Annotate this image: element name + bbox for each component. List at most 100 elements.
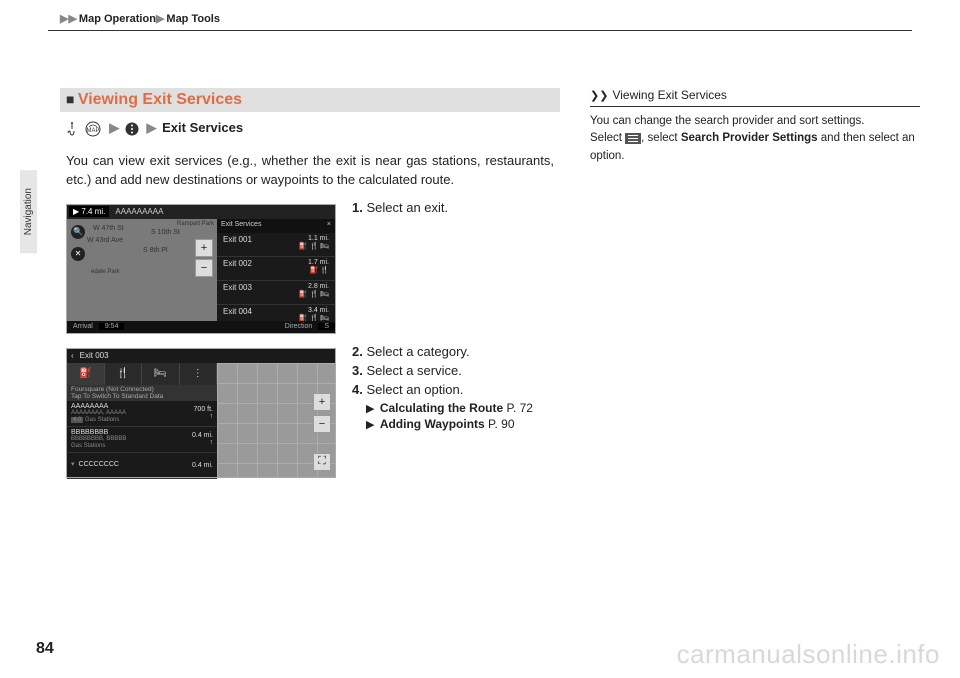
- dir-arrow-icon: ↑: [194, 413, 213, 420]
- zoom-out-button[interactable]: −: [195, 259, 213, 277]
- section-title: Viewing Exit Services: [78, 91, 242, 108]
- body-text: You can view exit services (e.g., whethe…: [60, 147, 560, 200]
- rating-badge: 4.0: [71, 417, 83, 423]
- sidebar-line2a: Select: [590, 132, 625, 144]
- direction-value: S: [318, 323, 335, 330]
- fullscreen-icon[interactable]: ⛶: [313, 453, 331, 471]
- map-button-icon: MAP: [84, 121, 102, 137]
- breadcrumb-b: Map Tools: [166, 13, 220, 25]
- ref-page: P. 72: [507, 401, 533, 415]
- exit-distance: 1.7 mi.: [308, 259, 329, 266]
- close-icon[interactable]: ✕: [71, 247, 85, 261]
- category-lodging-icon[interactable]: 🛏: [142, 363, 180, 385]
- step-number: 1.: [352, 200, 363, 215]
- service-name: AAAAAAAA: [71, 403, 126, 411]
- sidebar-note: ❯❯Viewing Exit Services You can change t…: [590, 88, 920, 165]
- service-name: CCCCCCCC: [79, 461, 119, 468]
- screenshot-exit-list: ▶ 7.4 mi. AAAAAAAAA W 47th St W 43rd Ave…: [66, 204, 336, 334]
- list-header: Exit Services ×: [217, 219, 335, 233]
- dir-arrow-icon: ↑: [192, 439, 213, 446]
- distance-badge: ▶ 7.4 mi.: [69, 206, 109, 217]
- breadcrumb: ▶▶Map Operation▶Map Tools: [60, 12, 220, 25]
- figure1-row: ▶ 7.4 mi. AAAAAAAAA W 47th St W 43rd Ave…: [60, 200, 560, 344]
- provider-note[interactable]: Foursquare (Not Connected) Tap To Switch…: [67, 385, 217, 401]
- section-header: ■ Viewing Exit Services: [60, 88, 560, 112]
- breadcrumb-arrow-icon: ▶▶: [60, 13, 77, 25]
- step-text: Select a service.: [366, 363, 461, 378]
- service-row[interactable]: BBBBBBBBBBBBBBBB, BBBBBGas Stations 0.4 …: [67, 427, 217, 453]
- street-label: W 47th St: [93, 225, 124, 232]
- ref-title: Calculating the Route: [380, 401, 503, 415]
- zoom-in-button[interactable]: +: [313, 393, 331, 411]
- bottom-bar: Arrival 9:54 Direction S: [67, 321, 335, 333]
- exit-distance: 1.1 mi.: [299, 235, 329, 242]
- side-tab-navigation: Navigation: [20, 170, 37, 253]
- step-text: Select an option.: [366, 382, 463, 397]
- zoom-controls: + −: [195, 239, 213, 279]
- exit-distance: 3.4 mi.: [299, 307, 329, 314]
- arrival-time: 9:54: [99, 323, 125, 330]
- zoom-in-button[interactable]: +: [195, 239, 213, 257]
- touch-icon: [66, 121, 78, 137]
- service-row[interactable]: AAAAAAAAAAAAAAAA, AAAAA4.0 Gas Stations …: [67, 401, 217, 427]
- main-content: ■ Viewing Exit Services MAP ▶ ▶ Exit Ser…: [60, 88, 560, 488]
- close-icon[interactable]: ×: [327, 221, 331, 231]
- note-arrows-icon: ❯❯: [590, 90, 608, 102]
- category-gas-icon[interactable]: ⛽: [67, 363, 105, 385]
- step-text: Select a category.: [366, 344, 469, 359]
- service-row[interactable]: ▾ CCCCCCCC 0.4 mi.: [67, 453, 217, 479]
- service-dist: 0.4 mi.: [192, 432, 213, 439]
- sidebar-line2b: , select: [641, 132, 681, 144]
- service-dist: 700 ft.: [194, 406, 213, 413]
- ref-arrow-icon: ▶: [366, 403, 374, 415]
- street-label: edale Park: [91, 269, 120, 275]
- path-separator-icon: ▶: [147, 120, 157, 135]
- search-icon[interactable]: 🔍: [71, 225, 85, 239]
- page-number: 84: [36, 640, 54, 658]
- foursquare-label: Foursquare (Not Connected): [71, 386, 213, 393]
- exit-icons: ⛽ 🍴 🛏: [299, 242, 329, 250]
- panel-title: Exit 003: [80, 351, 109, 360]
- category-more-icon[interactable]: ⋮: [180, 363, 218, 385]
- map-panel: + − ⛶: [217, 363, 335, 477]
- ref-title: Adding Waypoints: [380, 417, 485, 431]
- street-label: W 43rd Ave: [87, 237, 123, 244]
- step-number: 4.: [352, 382, 363, 397]
- divider: [48, 30, 912, 31]
- back-icon[interactable]: ‹: [71, 351, 74, 360]
- category-food-icon[interactable]: 🍴: [105, 363, 143, 385]
- exit-row[interactable]: Exit 0011.1 mi.⛽ 🍴 🛏: [217, 233, 335, 257]
- exit-list-panel: Exit Services × Exit 0011.1 mi.⛽ 🍴 🛏 Exi…: [217, 219, 335, 321]
- place-name: AAAAAAAAA: [115, 207, 163, 216]
- list-title: Exit Services: [221, 221, 261, 231]
- ref-arrow-icon: ▶: [366, 419, 374, 431]
- service-dist: 0.4 mi.: [192, 462, 213, 469]
- breadcrumb-arrow-icon: ▶: [156, 13, 164, 25]
- exit-name: Exit 002: [223, 259, 252, 278]
- expand-icon: ▾: [71, 461, 75, 468]
- street-label: Rampart Park: [177, 221, 214, 227]
- exit-distance: 2.8 mi.: [299, 283, 329, 290]
- ref-page: P. 90: [488, 417, 514, 431]
- zoom-out-button[interactable]: −: [313, 415, 331, 433]
- service-sub: AAAAAAAA, AAAAA: [71, 410, 126, 416]
- street-label: S 10th St: [151, 229, 180, 236]
- exit-name: Exit 003: [223, 283, 252, 302]
- step-number: 2.: [352, 344, 363, 359]
- screenshot-exit-detail: ‹ Exit 003 ⛽ 🍴 🛏 ⋮ Foursquare (Not Conne…: [66, 348, 336, 478]
- service-list: AAAAAAAAAAAAAAAA, AAAAA4.0 Gas Stations …: [67, 401, 217, 477]
- menu-dots-icon: [125, 122, 139, 136]
- sidebar-line1: You can change the search provider and s…: [590, 115, 864, 127]
- exit-icons: ⛽ 🍴: [308, 266, 329, 274]
- steps-block-2: 2. Select a category. 3. Select a servic…: [352, 344, 552, 431]
- sidebar-header: ❯❯Viewing Exit Services: [590, 88, 920, 107]
- path-target: Exit Services: [162, 120, 243, 135]
- service-cat: Gas Stations: [71, 443, 105, 449]
- step-number: 3.: [352, 363, 363, 378]
- watermark: carmanualsonline.info: [677, 639, 940, 670]
- foursquare-tap: Tap To Switch To Standard Data: [71, 393, 213, 400]
- exit-row[interactable]: Exit 002 1.7 mi.⛽ 🍴: [217, 257, 335, 281]
- service-cat: Gas Stations: [85, 417, 119, 423]
- steps-block-1: 1. Select an exit.: [352, 200, 552, 219]
- exit-row[interactable]: Exit 0032.8 mi.⛽ 🍴 🛏: [217, 281, 335, 305]
